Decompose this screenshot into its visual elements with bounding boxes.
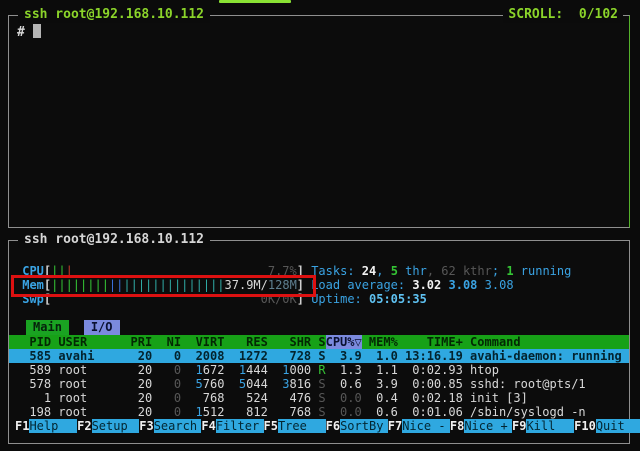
cpu-bars-normal: || [51,264,65,278]
header-shr[interactable]: SHR [268,335,311,349]
terminal-screen: ssh root@192.168.10.112 SCROLL: 0/102 # … [0,0,640,451]
fn-search-button[interactable]: F3Search [139,419,201,433]
process-row[interactable]: 578root200576050443816S0.63.90:00.85sshd… [9,377,629,391]
fn-help-button[interactable]: F1Help [15,419,77,433]
fn-kill-button[interactable]: F9Kill [512,419,574,433]
process-row[interactable]: 1root200768524476S0.00.40:02.18init [3] [9,391,629,405]
screen-tabs: Main I/O [9,320,629,334]
cpu-bars-kernel: | [66,264,73,278]
prompt-symbol: # [17,25,25,40]
swap-meter-bar: 0K/0K [51,292,297,306]
header-cpu-sort[interactable]: CPU%▽ [326,335,362,349]
fn-setup-button[interactable]: F2Setup [77,419,139,433]
header-mem[interactable]: MEM% [362,335,398,349]
spacer-line [9,250,629,264]
fn-nice-minus-button[interactable]: F7Nice - [388,419,450,433]
top-pane-title: ssh root@192.168.10.112 [18,7,210,23]
htop-app: CPU[|||7.7%]Tasks: 24, 5 thr, 62 kthr; 1… [9,241,629,433]
fn-filter-button[interactable]: F4Filter [201,419,263,433]
header-time[interactable]: TIME+ [398,335,463,349]
mem-bars-cache: |||||||||||||| [123,278,224,292]
recording-progress-strip [219,0,291,3]
header-command[interactable]: Command [463,335,629,349]
fn-nice-plus-button[interactable]: F8Nice + [450,419,512,433]
swap-meter-value: 0K/0K [261,292,297,306]
process-row-selected[interactable]: 585avahi20020081272728S3.91.013:16.19ava… [9,349,629,363]
swap-meter-line: Swp[0K/0K]Uptime: 05:05:35 [9,292,629,306]
cpu-meter-label: CPU [22,264,44,278]
mem-bars-buffers: || [109,278,123,292]
thread-count: 5 [391,264,398,278]
fn-tree-button[interactable]: F5Tree [264,419,326,433]
mem-meter-bar: ||||||||||||||||||||||||37.9M/128M [51,278,297,292]
mem-meter-label: Mem [22,278,44,292]
header-res[interactable]: RES [224,335,267,349]
mem-bars-used: |||||||| [51,278,109,292]
header-user[interactable]: USER [51,335,123,349]
function-key-bar: F1Help F2Setup F3Search F4Filter F5Tree … [9,419,629,433]
fn-quit-button[interactable]: F10Quit [574,419,640,433]
bottom-ssh-pane[interactable]: ssh root@192.168.10.112 CPU[|||7.7%]Task… [8,240,630,444]
tab-io[interactable]: I/O [84,320,120,334]
tasks-count: 24 [362,264,376,278]
swap-meter-label: Swp [22,292,44,306]
top-ssh-pane[interactable]: ssh root@192.168.10.112 SCROLL: 0/102 # [8,15,630,228]
process-row[interactable]: 198root2001512812768S0.00.60:01.06/sbin/… [9,405,629,419]
cpu-meter-line: CPU[|||7.7%]Tasks: 24, 5 thr, 62 kthr; 1… [9,264,629,278]
scroll-indicator: SCROLL: 0/102 [503,7,623,23]
tab-main[interactable]: Main [26,320,69,334]
terminal-cursor [33,24,41,38]
process-row[interactable]: 589root200167214441000R1.31.10:02.93htop [9,363,629,377]
cpu-meter-value: 7.7% [268,264,297,278]
running-count: 1 [506,264,513,278]
cpu-meter-bar: ||| 7.7% [51,264,297,278]
fn-sortby-button[interactable]: F6SortBy [326,419,388,433]
load-1min: 3.02 [412,278,441,292]
process-table-header: PIDUSERPRINIVIRTRESSHRSCPU%▽MEM%TIME+Com… [9,335,629,349]
load-5min: 3.08 [449,278,478,292]
uptime-value: 05:05:35 [369,292,427,306]
bottom-pane-title: ssh root@192.168.10.112 [18,232,210,248]
load-average-stat: Load average: 3.02 3.08 3.08 [304,278,514,292]
header-pid[interactable]: PID [15,335,51,349]
header-state[interactable]: S [311,335,325,349]
load-15min: 3.08 [485,278,514,292]
tasks-stat: Tasks: 24, 5 thr, 62 kthr; 1 running [304,264,571,278]
header-pri[interactable]: PRI [123,335,152,349]
uptime-stat: Uptime: 05:05:35 [304,292,427,306]
kernel-thread-count: , 62 kthr [427,264,492,278]
header-virt[interactable]: VIRT [181,335,224,349]
mem-meter-line: Mem[||||||||||||||||||||||||37.9M/128M]L… [9,278,629,292]
spacer-line [9,306,629,320]
mem-meter-value: 37.9M/128M [225,278,297,292]
header-ni[interactable]: NI [152,335,181,349]
